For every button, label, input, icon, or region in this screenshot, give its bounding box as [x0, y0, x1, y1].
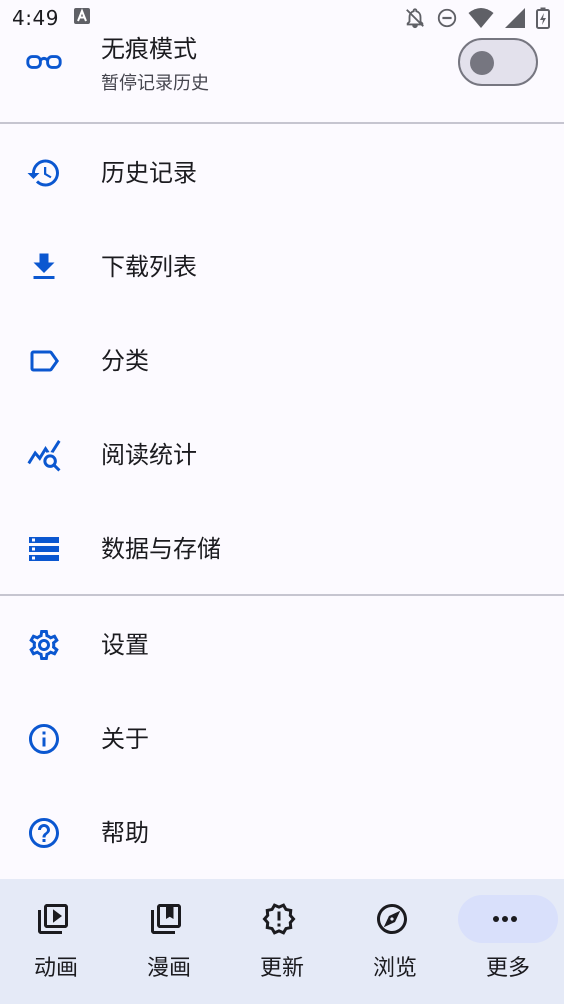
video-library-icon [35, 901, 71, 937]
notifications-off-icon [404, 7, 426, 29]
nav-item-browse[interactable]: 浏览 [339, 879, 451, 1004]
more-horiz-icon [487, 901, 523, 937]
incognito-subtitle: 暂停记录历史 [101, 73, 209, 94]
menu-item-data-storage[interactable]: 数据与存储 [0, 502, 564, 596]
bottom-navigation: 动画 漫画 更新 浏览 更多 [0, 879, 564, 1004]
new-releases-icon [261, 901, 297, 937]
menu-item-settings[interactable]: 设置 [0, 598, 564, 692]
nav-item-updates[interactable]: 更新 [226, 879, 338, 1004]
menu-item-categories[interactable]: 分类 [0, 314, 564, 408]
explore-icon [374, 901, 410, 937]
help-icon [26, 815, 62, 851]
menu-label: 设置 [101, 631, 149, 659]
glasses-icon [26, 44, 62, 80]
menu-label: 数据与存储 [101, 535, 221, 563]
divider-middle [0, 594, 564, 596]
menu-label: 关于 [101, 725, 149, 753]
battery-charging-icon [536, 7, 550, 29]
gear-icon [26, 627, 62, 663]
signal-icon [504, 7, 526, 29]
menu-item-history[interactable]: 历史记录 [0, 126, 564, 220]
menu-label: 帮助 [101, 819, 149, 847]
menu-label: 历史记录 [101, 159, 197, 187]
nav-item-more[interactable]: 更多 [452, 879, 564, 1004]
download-icon [26, 249, 62, 285]
collections-bookmark-icon [148, 901, 184, 937]
query-stats-icon [26, 437, 62, 473]
nav-label: 浏览 [372, 956, 417, 981]
do-not-disturb-icon [436, 7, 458, 29]
nav-label: 漫画 [146, 956, 191, 981]
nav-label: 动画 [33, 956, 78, 981]
wifi-icon [468, 7, 494, 29]
toggle-knob [470, 51, 494, 75]
notification-app-icon [73, 7, 91, 29]
menu-item-help[interactable]: 帮助 [0, 786, 564, 880]
divider-top [0, 122, 564, 124]
status-time: 4:49 [12, 6, 59, 30]
menu-item-about[interactable]: 关于 [0, 692, 564, 786]
incognito-toggle[interactable] [458, 38, 538, 86]
nav-label: 更多 [485, 956, 530, 981]
menu-item-reading-stats[interactable]: 阅读统计 [0, 408, 564, 502]
nav-label: 更新 [259, 956, 304, 981]
menu-item-downloads[interactable]: 下载列表 [0, 220, 564, 314]
storage-icon [26, 531, 62, 567]
nav-item-anime[interactable]: 动画 [0, 879, 112, 1004]
info-icon [26, 721, 62, 757]
menu-label: 下载列表 [101, 253, 197, 281]
label-icon [26, 343, 62, 379]
incognito-mode-row[interactable]: 无痕模式 暂停记录历史 [0, 28, 564, 122]
menu-label: 分类 [101, 347, 149, 375]
incognito-title: 无痕模式 [101, 35, 197, 63]
history-icon [26, 155, 62, 191]
menu-label: 阅读统计 [101, 441, 197, 469]
nav-item-manga[interactable]: 漫画 [113, 879, 225, 1004]
